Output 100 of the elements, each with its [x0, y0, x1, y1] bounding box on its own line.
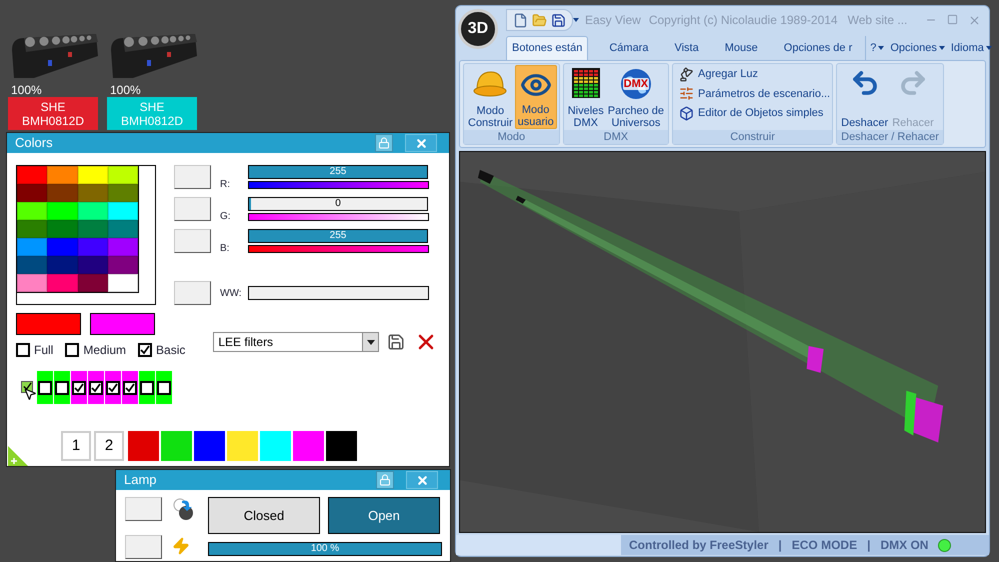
palette-swatch[interactable] — [47, 256, 78, 274]
ribbon-tab[interactable]: Cámara — [604, 36, 654, 60]
lock-button[interactable] — [375, 134, 393, 152]
save-icon[interactable] — [387, 333, 406, 351]
ribbon-button[interactable]: Modo usuario — [514, 65, 557, 129]
palette-swatch[interactable] — [17, 274, 48, 292]
preset-swatch[interactable] — [161, 431, 192, 461]
palette-swatch[interactable] — [78, 220, 108, 238]
toggle-checkbox[interactable] — [72, 380, 86, 394]
preset-swatch[interactable] — [227, 431, 258, 461]
app-logo[interactable]: 3D — [458, 9, 498, 49]
palette-swatch[interactable] — [108, 274, 138, 292]
palette-swatch[interactable] — [47, 184, 78, 202]
palette-swatch[interactable] — [17, 256, 48, 274]
palette-swatch[interactable] — [78, 274, 108, 292]
palette-swatch[interactable] — [47, 202, 78, 220]
preset-swatch[interactable] — [194, 431, 225, 461]
checkbox[interactable] — [65, 343, 80, 357]
ribbon-list-item[interactable]: Editor de Objetos simples — [679, 105, 830, 122]
channel-button[interactable] — [174, 165, 211, 189]
palette-swatch[interactable] — [17, 184, 48, 202]
channel-toggle[interactable] — [139, 371, 155, 404]
channel-toggle[interactable] — [71, 371, 87, 404]
palette-swatch[interactable] — [108, 202, 138, 220]
menu-item[interactable]: Opciones — [890, 40, 945, 56]
new-file-icon[interactable] — [513, 12, 528, 28]
palette-swatch[interactable] — [108, 220, 138, 238]
ribbon-list-item[interactable]: Agregar Luz — [679, 66, 830, 82]
toggle-checkbox[interactable] — [38, 380, 52, 394]
channel-button[interactable] — [125, 497, 162, 521]
fixture-label[interactable]: SHE BMH0812D — [8, 97, 98, 130]
palette-swatch[interactable] — [108, 238, 138, 256]
palette-swatch[interactable] — [78, 166, 108, 184]
channel-slider[interactable]: 255 — [248, 229, 428, 243]
channel-button[interactable] — [125, 535, 162, 559]
channel-toggle[interactable] — [105, 371, 121, 404]
palette-swatch[interactable] — [108, 166, 138, 184]
close-button[interactable] — [406, 471, 438, 489]
palette-swatch[interactable] — [17, 220, 48, 238]
toggle-checkbox[interactable] — [123, 380, 137, 394]
preset-swatch[interactable] — [128, 431, 159, 461]
ribbon-tab[interactable]: Botones están — [506, 36, 588, 60]
close-icon[interactable] — [968, 14, 981, 26]
ribbon-tab[interactable]: Vista — [669, 36, 704, 60]
palette-swatch[interactable] — [78, 184, 108, 202]
channel-toggle[interactable] — [122, 371, 138, 404]
channel-button[interactable] — [174, 229, 211, 253]
maximize-icon[interactable] — [947, 14, 958, 24]
add-corner-icon[interactable] — [8, 446, 28, 466]
current-color-swatch[interactable] — [90, 313, 155, 335]
shutter-button[interactable]: Closed — [208, 497, 320, 534]
ribbon-button[interactable]: Niveles DMX — [566, 65, 606, 129]
toggle-checkbox[interactable] — [140, 380, 154, 394]
filter-dropdown[interactable]: LEE filters — [213, 332, 380, 352]
ribbon-button[interactable]: Modo Construir — [466, 65, 515, 129]
ribbon-button[interactable]: DMX Parcheo de Universos — [606, 65, 666, 129]
toggle-checkbox[interactable] — [157, 380, 171, 394]
palette-swatch[interactable] — [47, 274, 78, 292]
toggle-checkbox[interactable] — [89, 380, 103, 394]
channel-toggle[interactable] — [156, 371, 172, 404]
page-button[interactable]: 1 — [61, 431, 91, 461]
channel-slider[interactable]: 255 — [248, 165, 428, 179]
ribbon-list-item[interactable]: Parámetros de escenario... — [679, 86, 830, 102]
preset-swatch[interactable] — [293, 431, 324, 461]
channel-button[interactable] — [174, 197, 211, 221]
menu-item[interactable]: ? — [870, 40, 884, 56]
ribbon-tab[interactable]: Mouse — [720, 36, 763, 60]
lock-button[interactable] — [376, 471, 394, 489]
current-color-swatch[interactable] — [16, 313, 81, 335]
toggle-checkbox[interactable] — [55, 380, 69, 394]
ribbon-tab[interactable]: Opciones de r — [778, 36, 858, 60]
channel-toggle[interactable] — [37, 371, 53, 404]
channel-slider[interactable]: 0 — [248, 197, 428, 211]
channel-slider[interactable] — [248, 286, 429, 300]
ribbon-button[interactable]: Deshacer — [839, 65, 890, 129]
palette-swatch[interactable] — [78, 238, 108, 256]
toggle-checkbox[interactable] — [106, 380, 120, 394]
close-button[interactable] — [405, 134, 437, 152]
channel-button[interactable] — [174, 281, 211, 305]
palette-swatch[interactable] — [17, 202, 48, 220]
palette-swatch[interactable] — [17, 166, 48, 184]
checkbox[interactable] — [16, 343, 30, 357]
palette-swatch[interactable] — [78, 202, 108, 220]
dimmer-bar[interactable]: 100 % — [208, 542, 442, 556]
channel-toggle[interactable] — [88, 371, 104, 404]
palette-swatch[interactable] — [47, 220, 78, 238]
save-icon[interactable] — [551, 12, 566, 28]
preset-swatch[interactable] — [326, 431, 357, 461]
page-button[interactable]: 2 — [94, 431, 124, 461]
palette-swatch[interactable] — [17, 238, 48, 256]
palette-swatch[interactable] — [47, 238, 78, 256]
shutter-button[interactable]: Open — [328, 497, 440, 534]
palette-swatch[interactable] — [47, 166, 78, 184]
menu-item[interactable]: Idioma — [950, 40, 992, 56]
checkbox[interactable] — [138, 343, 152, 357]
palette-swatch[interactable] — [78, 256, 108, 274]
palette-swatch[interactable] — [108, 184, 138, 202]
preset-swatch[interactable] — [260, 431, 291, 461]
channel-toggle[interactable] — [54, 371, 70, 404]
palette-swatch[interactable] — [108, 256, 138, 274]
